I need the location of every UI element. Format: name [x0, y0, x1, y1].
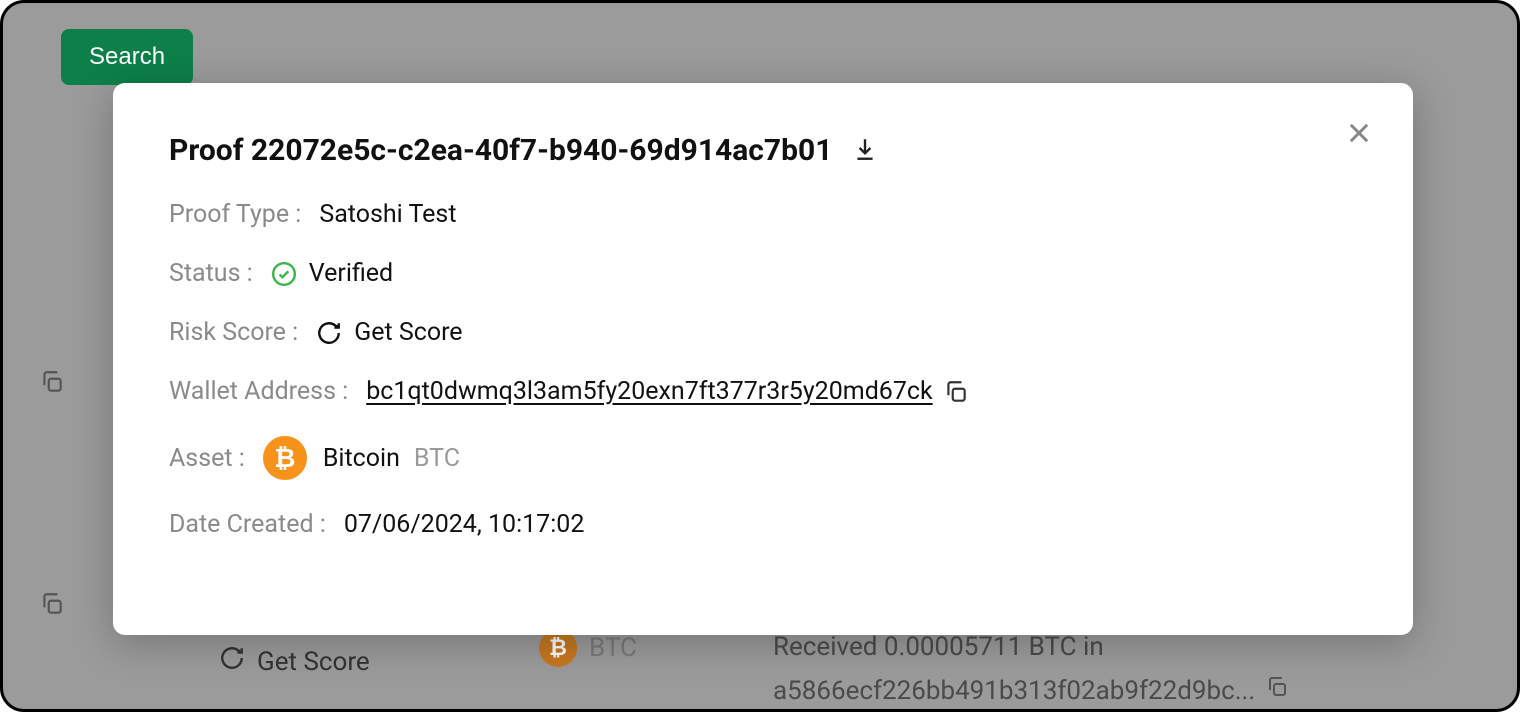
refresh-icon[interactable]	[316, 320, 342, 346]
field-label: Asset	[169, 444, 245, 473]
field-value: Satoshi Test	[319, 200, 456, 229]
field-label: Proof Type	[169, 200, 301, 229]
get-score-button[interactable]: Get Score	[354, 318, 462, 347]
field-risk-score: Risk Score Get Score	[169, 318, 1357, 347]
wallet-address-link[interactable]: bc1qt0dwmq3l3am5fy20exn7ft377r3r5y20md67…	[366, 377, 932, 406]
field-label: Wallet Address	[169, 377, 348, 406]
field-wallet-address: Wallet Address bc1qt0dwmq3l3am5fy20exn7f…	[169, 377, 1357, 406]
bg-received-text: Received 0.00005711 BTC in a5866ecf226bb…	[773, 629, 1289, 710]
field-label: Risk Score	[169, 318, 298, 347]
field-proof-type: Proof Type Satoshi Test	[169, 200, 1357, 229]
bg-get-score-label[interactable]: Get Score	[257, 647, 370, 677]
field-label: Status	[169, 259, 253, 288]
copy-icon[interactable]	[943, 379, 969, 405]
field-date-created: Date Created 07/06/2024, 10:17:02	[169, 510, 1357, 539]
close-icon[interactable]	[1345, 119, 1373, 151]
bg-received-line2: a5866ecf226bb491b313f02ab9f22d9bc...	[773, 673, 1255, 711]
proof-detail-modal: Proof 22072e5c-c2ea-40f7-b940-69d914ac7b…	[113, 83, 1413, 635]
bg-asset-ticker: BTC	[589, 633, 637, 663]
modal-title: Proof 22072e5c-c2ea-40f7-b940-69d914ac7b…	[169, 133, 832, 168]
search-button[interactable]: Search	[61, 29, 193, 85]
check-circle-icon	[271, 261, 297, 287]
field-value: Verified	[309, 259, 393, 288]
field-status: Status Verified	[169, 259, 1357, 288]
bg-get-score-row: Get Score	[219, 645, 370, 678]
backdrop: Search Get Score ₿ BTC Received 0.000057…	[0, 0, 1520, 712]
copy-icon[interactable]	[39, 369, 65, 399]
copy-icon[interactable]	[1265, 673, 1289, 711]
field-value: 07/06/2024, 10:17:02	[344, 510, 585, 539]
field-label: Date Created	[169, 510, 326, 539]
bitcoin-icon: ₿	[263, 436, 307, 480]
modal-title-row: Proof 22072e5c-c2ea-40f7-b940-69d914ac7b…	[169, 133, 1357, 168]
copy-icon[interactable]	[39, 591, 65, 621]
field-asset: Asset ₿ Bitcoin BTC	[169, 436, 1357, 480]
asset-ticker: BTC	[414, 444, 460, 473]
asset-name: Bitcoin	[323, 444, 400, 473]
refresh-icon[interactable]	[219, 645, 245, 678]
download-icon[interactable]	[852, 136, 878, 166]
